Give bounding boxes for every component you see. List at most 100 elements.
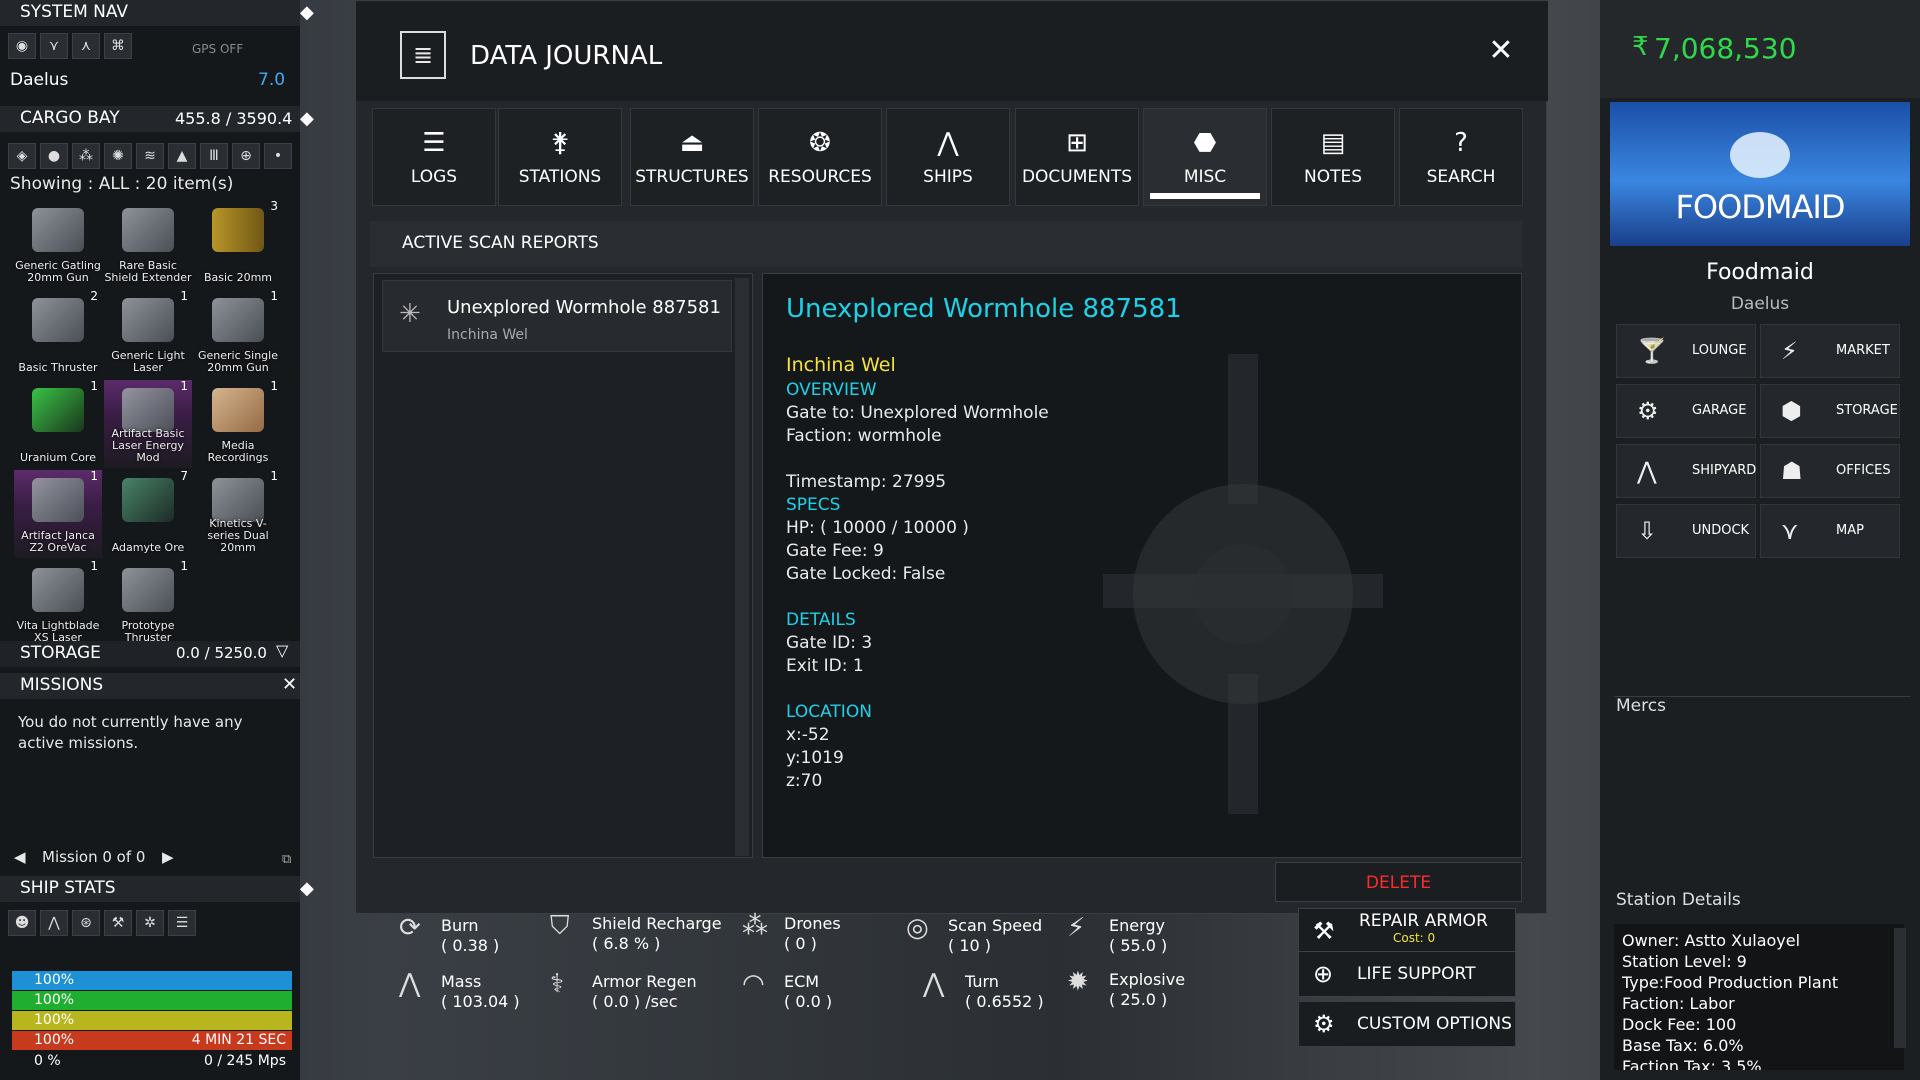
filter-ore-icon[interactable]: ● [40,143,68,169]
wormhole-icon: ✳ [399,299,421,329]
cargo-item[interactable]: 1 Kinetics V-series Dual 20mm [194,470,282,558]
search-icon: ? [1454,128,1468,158]
cargo-item[interactable]: Generic Gatling 20mm Gun [14,200,102,288]
filter-ammo-icon[interactable]: Ⅲ [200,143,228,169]
details-scrollbar[interactable] [1894,928,1906,1048]
module-icon[interactable]: ⊛ [72,910,100,936]
armor-regen-icon: ⚕ [550,969,565,999]
list-scrollbar[interactable] [735,278,749,856]
system-nav-header[interactable]: SYSTEM NAV ◆ [0,0,314,26]
filter-stack-icon[interactable]: ≋ [136,143,164,169]
station-system: Daelus [1730,294,1790,314]
ship-stats-diamond-icon[interactable]: ◆ [300,878,322,900]
filter-misc-icon[interactable]: • [264,143,292,169]
tab-notes[interactable]: ▤ NOTES [1271,108,1395,206]
storage-toggle-icon[interactable]: ▽ [276,641,288,660]
bookmark-icon[interactable]: ⌘ [104,33,132,59]
cargo-item[interactable]: 1 Vita Lightblade XS Laser [14,560,102,648]
cargo-item[interactable]: 1 Media Recordings [194,380,282,468]
list-icon[interactable]: ☰ [168,910,196,936]
cargo-bay-header[interactable]: CARGO BAY 455.8 / 3590.4 ◆ [0,106,314,132]
cargo-item[interactable]: Rare Basic Shield Extender [104,200,192,288]
tab-resources[interactable]: ❂ RESOURCES [758,108,882,206]
collapse-diamond-icon[interactable]: ◆ [300,2,322,24]
tab-logs[interactable]: ☰ LOGS [372,108,496,206]
storage-header[interactable]: STORAGE 0.0 / 5250.0 ▽ [0,641,300,667]
ship-icon[interactable]: ⋀ [40,910,68,936]
network-icon[interactable]: ⋎ [40,33,68,59]
stat-value: ( 103.04 ) [441,992,520,1011]
route-icon[interactable]: ⋏ [72,33,100,59]
shipyard-button[interactable]: ⋀ SHIPYARD [1616,444,1756,498]
cargo-item[interactable]: 3 Basic 20mm [194,200,282,288]
filter-plus-icon[interactable]: ⊕ [232,143,260,169]
system-nav-title: SYSTEM NAV [20,2,129,22]
left-panel: SYSTEM NAV ◆ ◉ ⋎ ⋏ ⌘ GPS OFF Daelus 7.0 … [0,0,314,1080]
detail-system: Inchina Wel [786,354,896,376]
stat-ecm: ◠ ECM( 0.0 ) [742,971,832,1012]
tab-search[interactable]: ? SEARCH [1399,108,1523,206]
detail-owner: Owner: Astto Xulaoyel [1622,931,1801,950]
cargo-diamond-icon[interactable]: ◆ [300,108,322,130]
cargo-item[interactable]: 1 Uranium Core [14,380,102,468]
pilot-icon[interactable]: ☻ [8,910,36,936]
filter-drone-icon[interactable]: ⁂ [72,143,100,169]
life-support-button[interactable]: ⊕ LIFE SUPPORT [1298,951,1516,997]
tab-structures[interactable]: ⏏ STRUCTURES [630,108,754,206]
storage-button[interactable]: ⬢ STORAGE [1760,384,1900,438]
cargo-item[interactable]: 1 Generic Single 20mm Gun [194,290,282,378]
market-icon: ⚡ [1781,337,1798,365]
repair-armor-button[interactable]: ⚒ REPAIR ARMOR Cost: 0 [1298,908,1516,954]
stat-energy: ⚡ Energy( 55.0 ) [1067,915,1168,956]
close-missions-icon[interactable]: ✕ [282,674,297,695]
tab-stations[interactable]: ⚵ STATIONS [498,108,622,206]
filter-thruster-icon[interactable]: ▲ [168,143,196,169]
tab-misc[interactable]: ⬣ MISC [1143,108,1267,206]
lounge-button[interactable]: 🍸 LOUNGE [1616,324,1756,378]
cargo-item[interactable]: 1 Generic Light Laser [104,290,192,378]
stat-label: Armor Regen [592,972,697,991]
garage-button[interactable]: ⚙ GARAGE [1616,384,1756,438]
target-icon[interactable]: ◉ [8,33,36,59]
close-journal-icon[interactable]: ✕ [1484,35,1518,69]
cargo-item[interactable]: 1 Artifact Janca Z2 OreVac [14,470,102,558]
tab-label: DOCUMENTS [1021,167,1133,187]
item-name: Adamyte Ore [111,541,185,554]
filter-all-icon[interactable]: ◈ [8,143,36,169]
repair-icon: ⚒ [1313,917,1335,945]
cargo-item[interactable]: 1 Artifact Basic Laser Energy Mod [104,380,192,468]
map-button[interactable]: ⋎ MAP [1760,504,1900,558]
station-details-box: Owner: Astto Xulaoyel Station Level: 9 T… [1614,924,1904,1070]
scan-report-item[interactable]: ✳ Unexplored Wormhole 887581 Inchina Wel [382,280,732,352]
undock-button[interactable]: ⇩ UNDOCK [1616,504,1756,558]
mission-prev-icon[interactable]: ◀ [14,848,26,866]
tab-documents[interactable]: ⊞ DOCUMENTS [1015,108,1139,206]
market-button[interactable]: ⚡ MARKET [1760,324,1900,378]
popout-icon[interactable]: ⧉ [282,852,291,867]
delete-button[interactable]: DELETE [1275,862,1522,902]
skills-icon[interactable]: ✲ [136,910,164,936]
stat-value: ( 55.0 ) [1109,936,1168,955]
tab-label: MISC [1183,167,1227,187]
cargo-item[interactable]: 2 Basic Thruster [14,290,102,378]
item-count: 7 [180,469,188,483]
stat-turn: ⋀ Turn( 0.6552 ) [923,971,1044,1012]
station-name: Foodmaid [1706,260,1814,285]
mercs-heading: Mercs [1616,696,1666,716]
stat-label: Explosive [1109,970,1186,989]
station-logo: FOODMAID [1610,102,1910,246]
cargo-showing: Showing : ALL : 20 item(s) [10,174,234,194]
tab-label: NOTES [1303,167,1362,187]
mission-next-icon[interactable]: ▶ [162,848,174,866]
offices-button[interactable]: ☗ OFFICES [1760,444,1900,498]
filter-module-icon[interactable]: ✺ [104,143,132,169]
stat-drones: ⁂ Drones( 0 ) [742,913,841,954]
cargo-item[interactable]: 7 Adamyte Ore [104,470,192,558]
ship-stats-header[interactable]: SHIP STATS ◆ [0,876,314,902]
wrench-icon[interactable]: ⚒ [104,910,132,936]
item-name: Basic Thruster [18,361,98,374]
repair-cost: Cost: 0 [1393,931,1436,945]
custom-options-button[interactable]: ⚙ CUSTOM OPTIONS [1298,1001,1516,1047]
tab-ships[interactable]: ⋀ SHIPS [886,108,1010,206]
cargo-item[interactable]: 1 Prototype Thruster [104,560,192,648]
